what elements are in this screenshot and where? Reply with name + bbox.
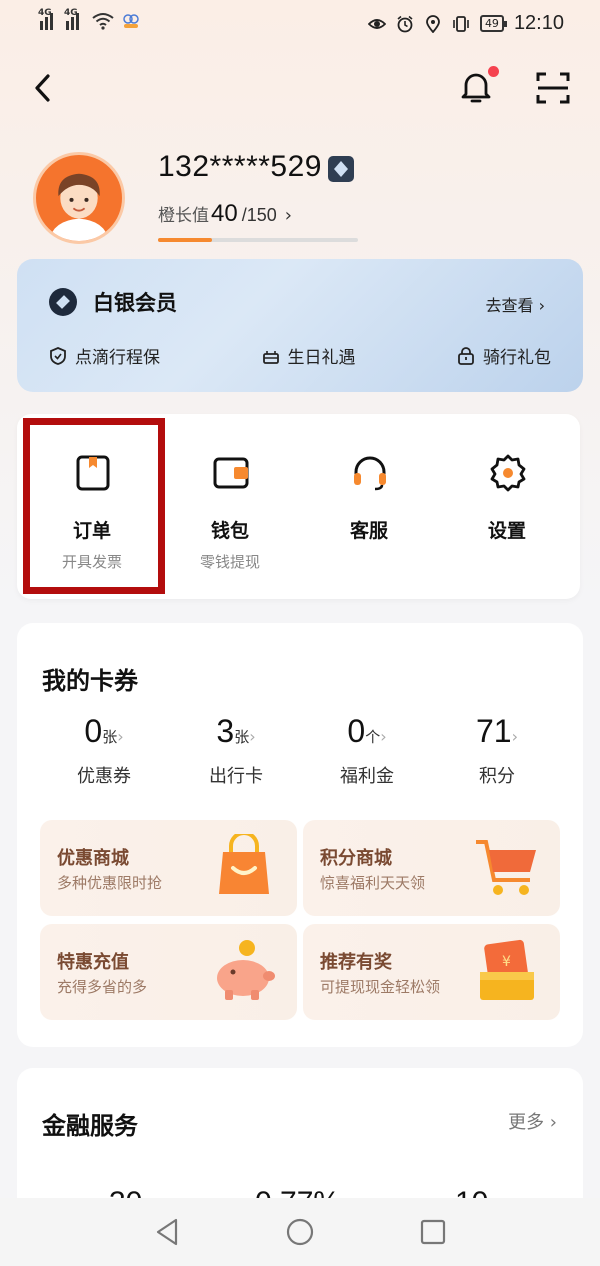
member-level-icon [328,156,354,182]
benefit-label: 骑行礼包 [483,348,551,368]
section-title: 金融服务 [42,1112,138,1140]
member-card[interactable]: 白银会员 去查看 › 点滴行程保 生日礼遇 骑行礼包 [17,259,583,392]
vibrate-icon [453,15,469,32]
tile-title: 积分商城 [320,848,392,869]
points-mall-tile[interactable]: 积分商城 惊喜福利天天领 [303,820,560,916]
status-bar: 4G 4G 49 12:10 [0,0,600,46]
discount-mall-tile[interactable]: 优惠商城 多种优惠限时抢 [40,820,297,916]
tile-title: 优惠商城 [57,848,129,869]
system-nav-bar [0,1198,600,1266]
stat-welfare-funds[interactable]: 0个› 福利金 [302,713,432,788]
chevron-right-icon: › [380,727,387,746]
customer-service-button[interactable]: 客服 [299,414,439,599]
benefit-label: 生日礼遇 [287,348,356,368]
tile-title: 推荐有奖 [320,952,392,973]
wallet-icon [213,457,249,489]
network-type: 4G [38,8,52,18]
growth-max: /150 [241,205,277,225]
orders-highlight-box [23,418,165,594]
stat-number: 3 [216,713,235,749]
stat-number: 71 [476,713,512,749]
app-notification-icon [123,14,139,28]
member-title: 白银会员 [93,291,177,315]
stat-label: 积分 [479,766,515,787]
settings-label: 设置 [487,520,526,542]
wifi-icon [92,13,114,30]
wallet-label: 钱包 [210,520,249,542]
piggy-bank-icon [217,940,275,1000]
shopping-bag-icon [219,834,269,894]
tile-subtitle: 充得多省的多 [57,978,148,996]
nav-home-icon[interactable] [284,1216,316,1248]
user-phone: 132*****529 [158,150,322,183]
growth-label: 橙长值 [158,206,209,226]
notification-dot [488,66,499,77]
wallet-sub: 零钱提现 [199,553,260,571]
stat-unit: 个 [365,728,381,746]
shield-icon [50,346,66,365]
settings-button[interactable]: 设置 [437,414,577,599]
chevron-right-icon: › [511,727,518,746]
location-icon [426,14,440,33]
customer-service-label: 客服 [349,520,388,542]
stat-label: 福利金 [340,766,394,787]
nav-back-icon[interactable] [152,1216,184,1248]
stat-label: 优惠券 [77,766,131,787]
chevron-right-icon: › [284,205,292,226]
tile-title: 特惠充值 [57,952,129,973]
back-button[interactable] [28,70,58,106]
tile-subtitle: 可提现现金轻松领 [320,978,441,996]
stat-number: 0 [347,713,366,749]
referral-tile[interactable]: 推荐有奖 可提现现金轻松领 ¥ [303,924,560,1020]
my-cards-section: 我的卡券 0张› 优惠券 3张› 出行卡 0个› 福利金 71› 积分 优惠商城… [17,623,583,1047]
tile-subtitle: 惊喜福利天天领 [320,874,426,892]
benefit-trip-insurance[interactable]: 点滴行程保 [49,343,160,368]
growth-value-link[interactable]: 橙长值 40 /150 › [158,200,292,228]
stat-unit: 张 [234,728,250,746]
benefit-label: 点滴行程保 [75,348,160,368]
avatar-illustration [49,173,109,241]
red-envelope-gift-icon: ¥ [480,939,534,1000]
signal-icon: 4G [38,8,58,30]
alarm-icon [397,15,413,32]
stat-points[interactable]: 71› 积分 [432,713,562,788]
avatar[interactable] [33,152,125,244]
shopping-cart-icon [476,840,536,895]
stat-coupons[interactable]: 0张› 优惠券 [39,713,169,788]
svg-text:¥: ¥ [502,954,511,970]
stat-number: 0 [84,713,103,749]
lock-gift-icon [458,346,474,365]
cake-icon [262,350,279,364]
gear-icon [490,454,526,492]
stat-travel-cards[interactable]: 3张› 出行卡 [171,713,301,788]
clock: 12:10 [513,12,564,34]
network-type: 4G [64,8,78,18]
recharge-tile[interactable]: 特惠充值 充得多省的多 [40,924,297,1020]
chevron-right-icon: › [249,727,256,746]
silver-member-icon [49,288,77,316]
stat-unit: 张 [102,728,118,746]
section-title: 我的卡券 [42,667,138,695]
growth-progress-fill [158,238,212,242]
headset-icon [354,456,386,491]
signal-icon: 4G [64,8,84,30]
more-link[interactable]: 更多 › [508,1108,557,1134]
growth-progress-bar [158,238,358,242]
chevron-right-icon: › [117,727,124,746]
nav-recents-icon[interactable] [417,1216,449,1248]
stat-label: 出行卡 [209,766,263,787]
member-view-link[interactable]: 去查看 › [486,292,546,316]
benefit-riding-gift[interactable]: 骑行礼包 [457,343,551,368]
wallet-button[interactable]: 钱包 零钱提现 [160,414,300,599]
benefit-birthday[interactable]: 生日礼遇 [262,343,356,368]
tile-subtitle: 多种优惠限时抢 [57,874,163,892]
scan-icon[interactable] [535,70,571,106]
eye-comfort-icon [367,18,386,29]
growth-value: 40 [211,200,238,227]
battery-indicator: 49 [479,15,507,32]
